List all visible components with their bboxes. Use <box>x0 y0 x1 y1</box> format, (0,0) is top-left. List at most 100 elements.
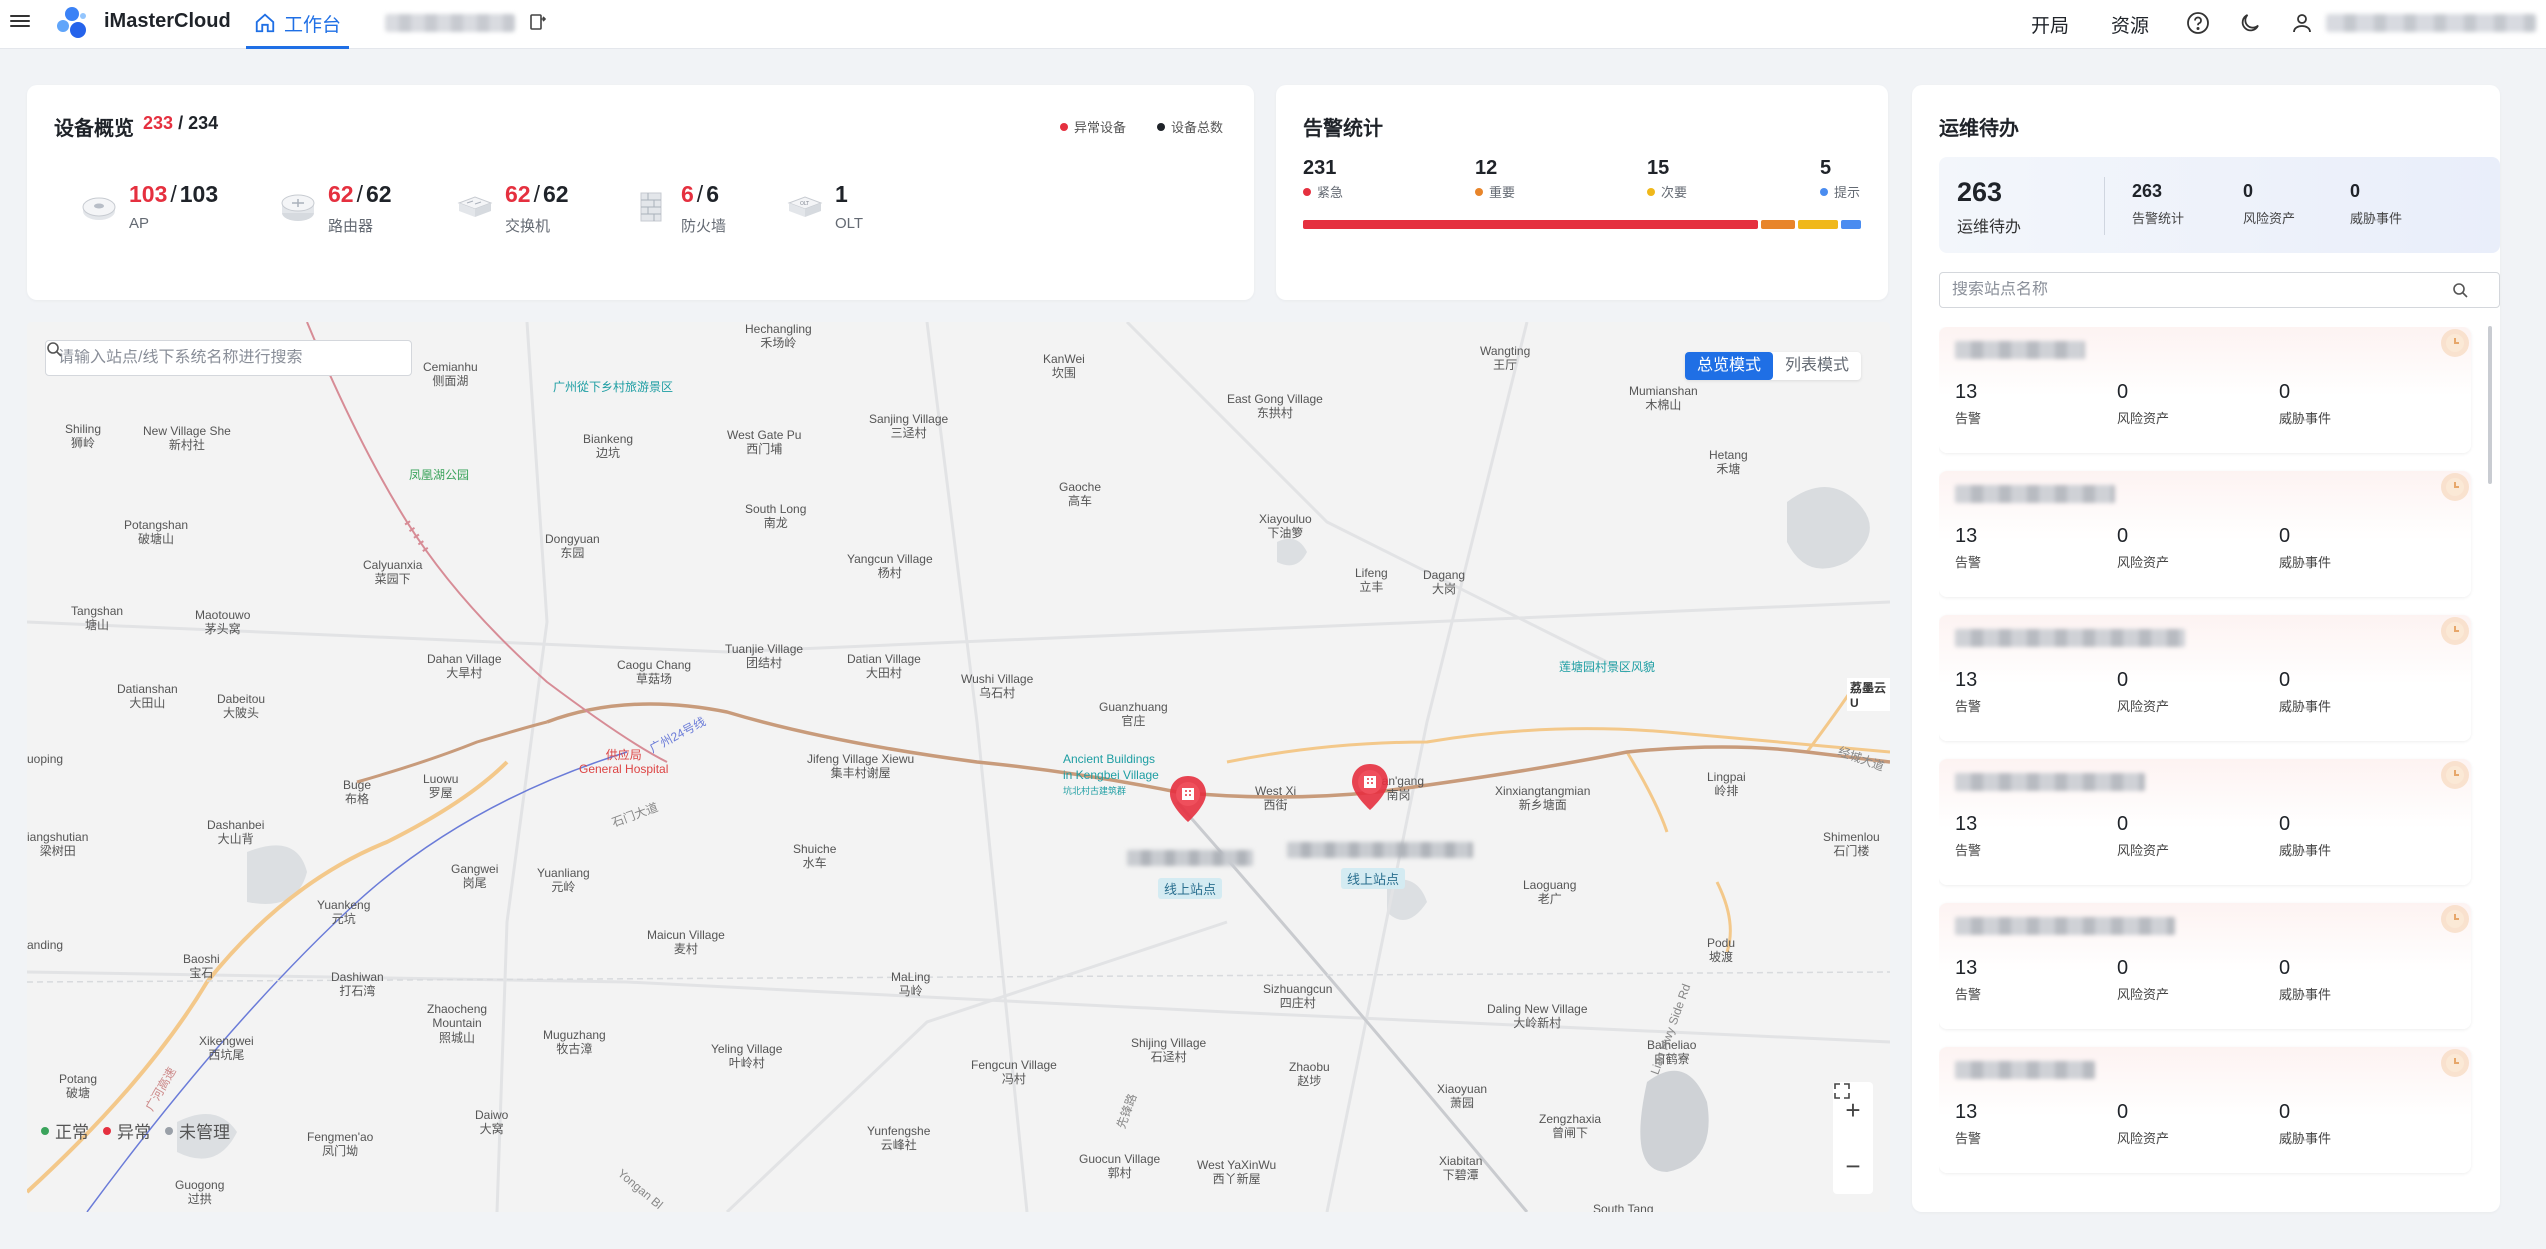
site-name-redacted <box>1955 341 2085 359</box>
alarm-distribution-bar <box>1303 220 1863 229</box>
site-marker-icon[interactable] <box>1168 774 1208 826</box>
map-search-input[interactable] <box>58 349 378 367</box>
alarm-minor[interactable]: 15 次要 <box>1647 157 1687 201</box>
total-dot-icon <box>1157 122 1165 131</box>
todo-total-label: 运维待办 <box>1957 219 2022 236</box>
todo-threat-stat[interactable]: 0 威胁事件 <box>2350 181 2402 227</box>
map-place-label: Shijing Village 石迳村 <box>1131 1036 1207 1065</box>
map-place-label: Lingpai 岭排 <box>1707 770 1746 799</box>
todo-risk-stat[interactable]: 0 风险资产 <box>2243 181 2295 227</box>
site-todo-card[interactable]: 13 告警 0 风险资产 0 威胁事件 <box>1939 615 2471 741</box>
map-place-label: Dabeitou 大陂头 <box>217 692 266 721</box>
map-place-label: Gangwei 岗尾 <box>451 862 499 891</box>
todo-alarm-stat[interactable]: 263 告警统计 <box>2132 181 2184 227</box>
map-place-label: Fengmen'ao 凤门坳 <box>307 1130 374 1159</box>
map-place-label: Xiabitan 下碧潭 <box>1439 1154 1483 1183</box>
map-place-label: Podu 坡渡 <box>1707 936 1736 965</box>
alarm-stats-title: 告警统计 <box>1303 118 1383 140</box>
todo-total: 263 <box>1957 177 2003 207</box>
map-place-label: Baoshi 宝石 <box>183 952 220 981</box>
site-search-input[interactable] <box>1952 281 2452 299</box>
map-place-label: Tangshan 塘山 <box>71 604 124 633</box>
fullscreen-icon[interactable] <box>1833 1082 1851 1100</box>
site-map[interactable]: 总览模式 列表模式 Hechangling禾场岭 KanWei坎围 Wangti… <box>27 322 1890 1212</box>
router-icon <box>281 194 315 221</box>
map-place-label: Yeling Village 叶岭村 <box>711 1042 783 1071</box>
site-todo-card[interactable]: 13 告警 0 风险资产 0 威胁事件 <box>1939 1047 2471 1173</box>
site-todo-list: 13 告警 0 风险资产 0 威胁事件 13 告警 0 风险资产 0 威胁事件 13 告警 0… <box>1939 327 2494 1207</box>
legend-total: 设备总数 <box>1157 117 1223 136</box>
map-place-label: Wushi Village 乌石村 <box>961 672 1034 701</box>
todo-title: 运维待办 <box>1939 118 2019 140</box>
map-place-label: Dongyuan 东园 <box>545 532 600 561</box>
site-name-redacted <box>1955 485 2115 503</box>
todo-summary: 263 运维待办 263 告警统计 0 风险资产 0 威胁事件 <box>1939 157 2500 253</box>
legend-abnormal: 异常设备 <box>1060 117 1126 136</box>
search-icon[interactable] <box>46 341 62 357</box>
zoom-out-button[interactable]: − <box>1845 1151 1860 1182</box>
site-search-box[interactable] <box>1939 272 2500 308</box>
alarm-major[interactable]: 12 重要 <box>1475 157 1515 201</box>
tab-workbench[interactable]: 工作台 <box>246 0 350 49</box>
map-place-label: Gaoche 高车 <box>1059 480 1102 509</box>
map-poi-label: 莲塘园村景区风貌 <box>1559 660 1656 674</box>
map-canvas <box>27 322 1890 1212</box>
tab-workbench-label: 工作台 <box>284 14 342 36</box>
site-list-scrollbar[interactable] <box>2488 326 2492 484</box>
help-icon[interactable] <box>2186 11 2210 35</box>
map-place-label: Caogu Chang 草菇场 <box>617 658 692 687</box>
search-icon[interactable] <box>2452 282 2468 298</box>
todo-card: 运维待办 263 运维待办 263告警统计 0风险资产 0威胁事件 13告警 0… <box>1912 85 2500 1212</box>
map-place-label: Guanzhuang 官庄 <box>1099 700 1168 729</box>
alarm-warning[interactable]: 5 提示 <box>1820 157 1860 201</box>
map-place-label: Xiayouluo 下油箩 <box>1259 512 1312 541</box>
map-place-label: West Xi 西街 <box>1255 784 1297 813</box>
device-name: 路由器 <box>328 218 374 235</box>
device-name: OLT <box>835 215 864 232</box>
device-overview-total: 233 / 234 <box>143 113 219 133</box>
map-place-label: Muguzhang 牧古漳 <box>543 1028 606 1057</box>
ap-icon <box>82 197 116 220</box>
map-place-label: Fengcun Village 冯村 <box>971 1058 1057 1087</box>
map-place-label: Shimenlou 石门楼 <box>1823 830 1880 859</box>
list-mode-button[interactable]: 列表模式 <box>1773 352 1861 380</box>
user-name-redacted[interactable] <box>2326 14 2536 32</box>
divider <box>2104 177 2105 235</box>
site-todo-card[interactable]: 13 告警 0 风险资产 0 威胁事件 <box>1939 327 2471 453</box>
site-marker-icon[interactable] <box>1350 762 1390 814</box>
map-mode-toggle: 总览模式 列表模式 <box>1685 352 1862 380</box>
map-place-label: Yuanliang 元岭 <box>537 866 590 895</box>
overview-mode-button[interactable]: 总览模式 <box>1685 352 1774 380</box>
map-place-label: Tuanjie Village 团结村 <box>725 642 804 671</box>
site-name-redacted[interactable] <box>1287 842 1473 858</box>
map-place-label: East Gong Village 东拱村 <box>1227 392 1323 421</box>
map-place-label: Potangshan 破塘山 <box>124 518 189 547</box>
map-place-label: Luowu 罗屋 <box>423 772 459 801</box>
alarm-critical[interactable]: 231 紧急 <box>1303 157 1343 201</box>
map-place-label: MaLing 马岭 <box>891 970 931 999</box>
abnormal-total: 233 <box>143 113 174 133</box>
user-icon[interactable] <box>2290 11 2314 35</box>
site-todo-card[interactable]: 13 告警 0 风险资产 0 威胁事件 <box>1939 759 2471 885</box>
map-place-label: Jifeng Village Xiewu 集丰村谢屋 <box>807 752 915 781</box>
tenant-name-redacted[interactable] <box>385 14 515 32</box>
site-todo-card[interactable]: 13 告警 0 风险资产 0 威胁事件 <box>1939 471 2471 597</box>
map-place-label: Mumianshan 木棉山 <box>1629 384 1698 413</box>
olt-icon: OLT <box>787 196 823 217</box>
alarm-bar-major <box>1761 220 1795 229</box>
map-search-box[interactable] <box>45 340 412 376</box>
map-place-label: Guogong 过拱 <box>175 1178 225 1207</box>
site-todo-card[interactable]: 13 告警 0 风险资产 0 威胁事件 <box>1939 903 2471 1029</box>
legend-normal: 正常 <box>41 1118 89 1143</box>
menu-icon[interactable] <box>10 12 30 32</box>
site-name-redacted[interactable] <box>1127 850 1253 866</box>
switch-icon[interactable] <box>528 12 548 32</box>
map-place-label: Zengzhaxia 曾闸下 <box>1539 1112 1602 1141</box>
device-total: 234 <box>188 113 219 133</box>
map-place-label: Zhaocheng Mountain 照城山 <box>427 1002 488 1045</box>
resource-link[interactable]: 资源 <box>2111 11 2149 38</box>
moon-icon[interactable] <box>2238 11 2262 35</box>
map-place-label: South Long 南龙 <box>745 502 807 531</box>
open-link[interactable]: 开局 <box>2031 11 2069 38</box>
map-place-label: Cemianhu 侧面湖 <box>423 360 478 389</box>
